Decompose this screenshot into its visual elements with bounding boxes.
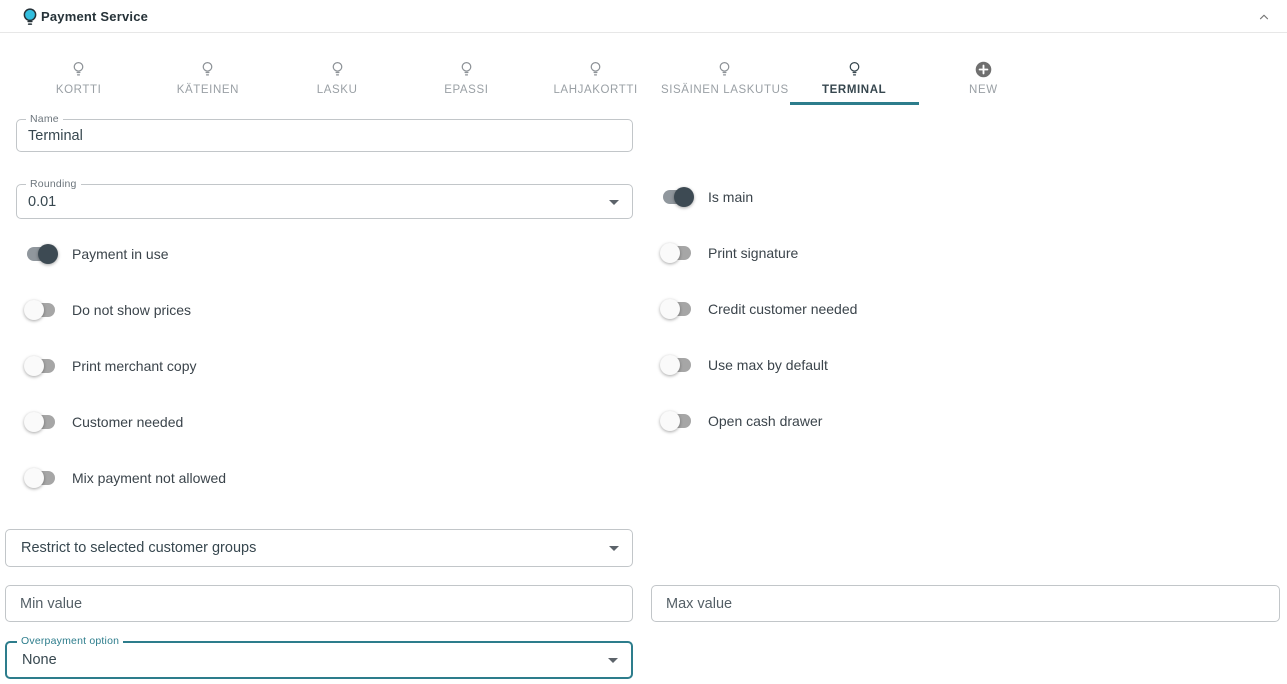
toggle-switch[interactable] [27,471,55,485]
toggle-thumb [24,356,44,376]
toggle-row-payment-in-use: Payment in use [27,226,226,282]
min-value-field-wrap [5,585,633,622]
lightbulb-icon [330,60,345,78]
rounding-select-value: 0.01 [28,194,56,210]
toggle-label: Payment in use [72,246,169,262]
lightbulb-icon [588,60,603,78]
rounding-select-label: Rounding [26,178,81,190]
max-value-field-wrap [651,585,1280,622]
overpayment-select-label: Overpayment option [17,635,123,647]
toggle-label: Mix payment not allowed [72,470,226,486]
toggle-row-open-cash-drawer: Open cash drawer [663,393,857,449]
tab-k-teinen[interactable]: KÄTEINEN [143,45,272,105]
toggle-label: Use max by default [708,357,828,373]
toggle-switch[interactable] [663,358,691,372]
toggle-label: Do not show prices [72,302,191,318]
toggle-row-do-not-show-prices: Do not show prices [27,282,226,338]
lightbulb-icon [717,60,732,78]
name-field[interactable]: Name Terminal [16,119,633,152]
lightbulb-icon [21,7,39,27]
lightbulb-icon [71,60,86,78]
toggle-thumb [660,355,680,375]
toggle-switch[interactable] [27,359,55,373]
customer-groups-select[interactable]: Restrict to selected customer groups [5,529,633,567]
toggle-thumb [660,411,680,431]
chevron-down-icon [609,200,619,205]
lightbulb-icon [200,60,215,78]
chevron-down-icon [609,546,619,551]
toggle-row-is-main: Is main [663,169,857,225]
plus-circle-icon [975,60,992,78]
toggle-row-credit-customer-needed: Credit customer needed [663,281,857,337]
name-field-value: Terminal [28,128,83,144]
page-title: Payment Service [41,9,148,24]
toggle-label: Open cash drawer [708,413,822,429]
toggle-row-mix-payment-not-allowed: Mix payment not allowed [27,450,226,506]
tab-label: KÄTEINEN [177,84,239,96]
toggle-switch[interactable] [27,303,55,317]
toggle-row-use-max-by-default: Use max by default [663,337,857,393]
overpayment-select-value: None [22,652,57,668]
toggle-column-right: Is main Print signature Credit customer ne… [663,169,857,449]
toggle-label: Credit customer needed [708,301,857,317]
tab-sis-inen-laskutus[interactable]: SISÄINEN LASKUTUS [660,45,789,105]
toggle-label: Customer needed [72,414,183,430]
max-value-input[interactable] [652,586,1279,621]
tab-label: EPASSI [444,84,488,96]
overpayment-select[interactable]: Overpayment option None [5,641,633,679]
name-field-label: Name [26,113,63,125]
tab-label: NEW [969,84,998,96]
toggle-switch[interactable] [663,414,691,428]
chevron-up-icon[interactable] [1253,6,1275,28]
tab-new[interactable]: NEW [919,45,1048,105]
toggle-label: Print signature [708,245,798,261]
toggle-thumb [660,299,680,319]
toggle-label: Is main [708,189,753,205]
lightbulb-icon [847,60,862,78]
min-value-input[interactable] [6,586,632,621]
toggle-switch[interactable] [663,190,691,204]
toggle-thumb [38,244,58,264]
toggle-row-print-signature: Print signature [663,225,857,281]
tab-lasku[interactable]: LASKU [273,45,402,105]
tab-lahjakortti[interactable]: LAHJAKORTTI [531,45,660,105]
toggle-switch[interactable] [663,302,691,316]
toggle-thumb [24,300,44,320]
toggle-thumb [24,412,44,432]
payment-service-panel: Payment Service KORTTI KÄTEINEN LASKU EP… [0,0,1287,684]
toggle-thumb [674,187,694,207]
toggle-thumb [660,243,680,263]
tab-kortti[interactable]: KORTTI [14,45,143,105]
toggle-switch[interactable] [27,415,55,429]
active-tab-underline [790,102,919,105]
toggle-label: Print merchant copy [72,358,197,374]
rounding-select[interactable]: Rounding 0.01 [16,184,633,219]
toggle-switch[interactable] [663,246,691,260]
toggle-thumb [24,468,44,488]
tab-terminal[interactable]: TERMINAL [790,45,919,105]
header-bar: Payment Service [0,0,1287,33]
tab-label: SISÄINEN LASKUTUS [661,84,789,96]
toggle-switch[interactable] [27,247,55,261]
tab-label: KORTTI [56,84,102,96]
tab-label: LAHJAKORTTI [553,84,637,96]
tab-epassi[interactable]: EPASSI [402,45,531,105]
tab-label: TERMINAL [822,84,886,96]
toggle-row-print-merchant-copy: Print merchant copy [27,338,226,394]
lightbulb-icon [459,60,474,78]
tab-label: LASKU [317,84,358,96]
toggle-row-customer-needed: Customer needed [27,394,226,450]
customer-groups-select-value: Restrict to selected customer groups [21,540,256,556]
toggle-column-left: Payment in use Do not show prices Print me… [27,226,226,506]
chevron-down-icon [608,658,618,663]
tab-bar: KORTTI KÄTEINEN LASKU EPASSI LAHJAKORTTI… [14,45,1048,105]
